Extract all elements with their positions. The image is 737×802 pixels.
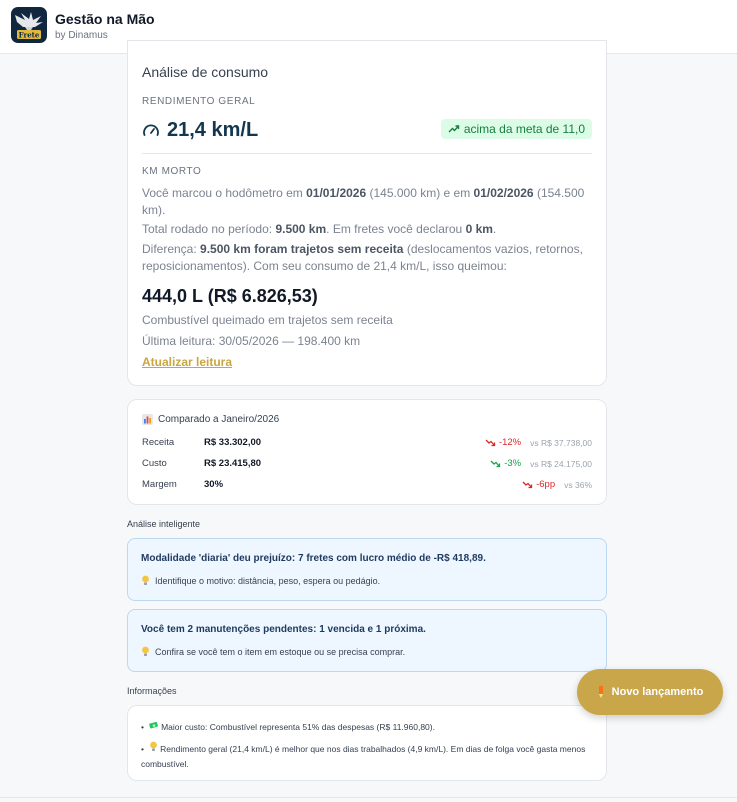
row-label: Margem: [142, 479, 177, 490]
app-subtitle: by Dinamus: [55, 30, 108, 41]
money-icon: [148, 721, 158, 729]
trending-up-icon: [448, 125, 460, 133]
comparado-row-receita: Receita R$ 33.302,00 -12% vs R$ 37.738,0…: [142, 437, 592, 451]
km-morto-label: KM MORTO: [142, 166, 202, 177]
insight-tip: Confira se você tem o item em estoque ou…: [141, 646, 405, 657]
hodometro-paragraph: Você marcou o hodômetro em 01/01/2026 (1…: [142, 186, 585, 217]
atualizar-leitura-link[interactable]: Atualizar leitura: [142, 355, 232, 369]
analise-label: Análise inteligente: [127, 519, 201, 529]
lightbulb-icon: [142, 646, 149, 656]
info-item: • Maior custo: Combustível representa 51…: [141, 721, 435, 732]
comparado-row-margem: Margem 30% -6pp vs 36%: [142, 479, 592, 493]
comparado-title-row: Comparado a Janeiro/2026: [142, 414, 279, 425]
comparado-title: Comparado a Janeiro/2026: [158, 414, 280, 425]
eagle-logo-icon: Frete: [15, 12, 43, 40]
rendimento-label: RENDIMENTO GERAL: [142, 96, 256, 107]
app-logo[interactable]: Frete: [11, 7, 47, 43]
row-value: R$ 23.415,80: [204, 458, 262, 469]
info-item: • Rendimento geral (21,4 km/L) é melhor …: [141, 741, 591, 771]
trending-down-icon: [485, 439, 496, 446]
row-change: -6pp: [522, 479, 555, 490]
divider: [142, 153, 592, 154]
comparado-row-custo: Custo R$ 23.415,80 -3% vs R$ 24.175,00: [142, 458, 592, 472]
lightbulb-icon: [149, 741, 157, 751]
row-vs: vs 36%: [564, 479, 592, 490]
rendimento-value: 21,4 km/L: [167, 119, 259, 141]
row-label: Receita: [142, 437, 175, 448]
trending-down-icon: [490, 460, 501, 467]
meta-badge: acima da meta de 11,0: [440, 119, 592, 139]
meta-badge-text: acima da meta de 11,0: [463, 122, 585, 136]
svg-text:Frete: Frete: [19, 31, 40, 40]
bottom-divider: [0, 797, 737, 798]
total-rodado-paragraph: Total rodado no período: 9.500 km. Em fr…: [142, 222, 497, 236]
combustivel-queimado-value: 444,0 L (R$ 6.826,53): [142, 286, 318, 306]
novo-lancamento-label: Novo lançamento: [611, 686, 704, 698]
informacoes-card: • Maior custo: Combustível representa 51…: [127, 705, 607, 781]
bar-chart-icon: [142, 414, 153, 425]
novo-lancamento-button[interactable]: Novo lançamento: [577, 669, 723, 715]
row-change: -3%: [490, 458, 521, 469]
pencil-icon: [598, 686, 603, 698]
row-value: R$ 33.302,00: [204, 437, 262, 448]
consumo-card: Análise de consumo RENDIMENTO GERAL 21,4…: [127, 40, 607, 386]
row-label: Custo: [142, 458, 167, 469]
comparado-card: Comparado a Janeiro/2026 Receita R$ 33.3…: [127, 399, 607, 505]
row-vs: vs R$ 37.738,00: [530, 437, 592, 448]
insight-tip: Identifique o motivo: distância, peso, e…: [141, 575, 380, 586]
row-value: 30%: [204, 479, 224, 490]
speedometer-icon: [143, 124, 159, 136]
app-title: Gestão na Mão: [55, 11, 155, 27]
ultima-leitura: Última leitura: 30/05/2026 — 198.400 km: [142, 334, 361, 348]
lightbulb-icon: [142, 575, 149, 585]
insight-title: Modalidade 'diaria' deu prejuízo: 7 fret…: [141, 553, 486, 564]
row-change: -12%: [485, 437, 521, 448]
rendimento-value-row: 21,4 km/L: [142, 119, 258, 142]
informacoes-label: Informações: [127, 686, 177, 696]
burn-caption: Combustível queimado em trajetos sem rec…: [142, 313, 393, 327]
consumo-title: Análise de consumo: [142, 64, 269, 80]
insight-title: Você tem 2 manutenções pendentes: 1 venc…: [141, 624, 426, 635]
insight-card[interactable]: Você tem 2 manutenções pendentes: 1 venc…: [127, 609, 607, 672]
row-vs: vs R$ 24.175,00: [530, 458, 592, 469]
diferenca-paragraph: Diferença: 9.500 km foram trajetos sem r…: [142, 242, 583, 273]
trending-down-icon: [522, 481, 533, 488]
insight-card[interactable]: Modalidade 'diaria' deu prejuízo: 7 fret…: [127, 538, 607, 601]
